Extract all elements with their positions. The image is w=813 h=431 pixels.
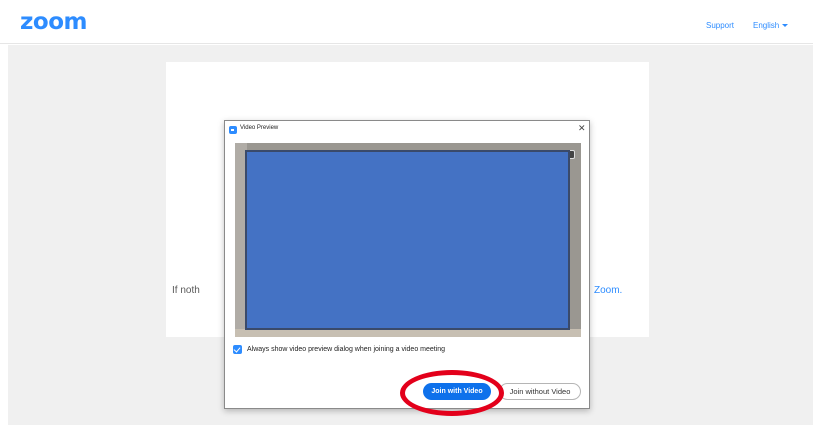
dialog-title: Video Preview <box>240 125 279 131</box>
redacted-video-feed <box>245 150 570 330</box>
support-link[interactable]: Support <box>706 21 734 30</box>
video-preview-area <box>235 143 581 337</box>
video-preview-dialog: Video Preview ✕ Always show video previe… <box>224 120 590 409</box>
launch-zoom-link[interactable]: Zoom. <box>594 285 622 296</box>
language-label: English <box>753 21 780 30</box>
launch-message-text: If noth <box>172 285 200 296</box>
chevron-down-icon <box>782 24 789 28</box>
highlight-annotation-circle <box>400 370 504 416</box>
zoom-app-icon <box>229 126 237 134</box>
top-navigation-bar: zoom Support English <box>0 0 813 44</box>
join-without-video-button[interactable]: Join without Video <box>499 383 581 400</box>
close-icon[interactable]: ✕ <box>578 123 586 133</box>
always-show-preview-checkbox[interactable] <box>233 344 242 354</box>
always-show-preview-option[interactable]: Always show video preview dialog when jo… <box>233 344 445 354</box>
always-show-preview-label: Always show video preview dialog when jo… <box>247 345 446 353</box>
video-background-floor <box>235 329 581 337</box>
language-selector[interactable]: English <box>753 21 789 30</box>
zoom-logo[interactable]: zoom <box>20 9 87 35</box>
